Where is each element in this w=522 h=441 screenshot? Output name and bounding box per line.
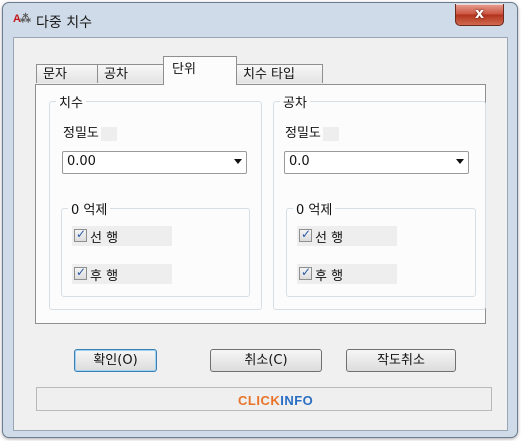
checkmark-icon: ✓ [301, 265, 312, 279]
dimension-precision-label: 정밀도 [63, 122, 117, 141]
tolerance-trailing-checkbox[interactable]: ✓ 후 행 [297, 264, 397, 284]
chevron-down-icon [456, 159, 464, 164]
checkbox-box: ✓ [299, 265, 312, 280]
window-title: 다중 치수 [36, 15, 92, 31]
ok-button[interactable]: 확인(O) [74, 349, 157, 372]
dimension-trailing-checkbox[interactable]: ✓ 후 행 [72, 264, 172, 284]
close-icon: x [474, 6, 485, 22]
tab-label: 문자 [43, 67, 67, 82]
watermark-part2: INFO [280, 393, 314, 408]
checkbox-label: 후 행 [315, 269, 344, 284]
dimension-group-title: 치수 [56, 92, 86, 111]
dialog-client-area: 문자 공차 단위 치수 타입 치수 정밀도 0.00 0 억제 ✓ 선 행 ✓ … [13, 37, 508, 431]
checkbox-label: 후 행 [90, 269, 119, 284]
tab-units[interactable]: 단위 [163, 56, 237, 85]
watermark-part1: CLICK [238, 393, 281, 408]
tab-text[interactable]: 문자 [36, 64, 98, 83]
tab-label: 치수 타입 [243, 67, 295, 82]
dialog-window: A⁂ 다중 치수 x 문자 공차 단위 치수 타입 치수 정밀도 0.00 0 … [2, 2, 518, 438]
tab-label: 단위 [172, 62, 196, 77]
dimension-group: 치수 정밀도 0.00 0 억제 ✓ 선 행 ✓ 후 행 [49, 92, 262, 310]
autocad-icon: A⁂ [13, 13, 31, 25]
ok-button-label: 확인(O) [93, 353, 138, 368]
dimension-zero-suppress-group: 0 억제 ✓ 선 행 ✓ 후 행 [61, 199, 250, 297]
dimension-leading-checkbox[interactable]: ✓ 선 행 [72, 226, 172, 246]
tab-dimension-type[interactable]: 치수 타입 [236, 64, 323, 83]
units-tab-panel: 치수 정밀도 0.00 0 억제 ✓ 선 행 ✓ 후 행 공차 정밀도 0.0 … [35, 84, 486, 324]
tolerance-leading-checkbox[interactable]: ✓ 선 행 [297, 226, 397, 246]
cancel-drawing-button[interactable]: 작도취소 [346, 349, 456, 372]
dimension-zero-suppress-title: 0 억제 [68, 199, 111, 218]
cancel-button-label: 취소(C) [244, 353, 288, 368]
checkbox-box: ✓ [74, 265, 87, 280]
checkbox-box: ✓ [74, 227, 87, 242]
checkbox-box: ✓ [299, 227, 312, 242]
title-bar[interactable]: A⁂ 다중 치수 x [3, 3, 517, 37]
tolerance-precision-select[interactable]: 0.0 [284, 151, 469, 174]
tolerance-group: 공차 정밀도 0.0 0 억제 ✓ 선 행 ✓ 후 행 [273, 92, 486, 310]
tolerance-group-title: 공차 [280, 92, 310, 111]
dimension-precision-select[interactable]: 0.00 [62, 151, 247, 174]
tolerance-precision-label: 정밀도 [285, 122, 339, 141]
cancel-button[interactable]: 취소(C) [210, 349, 322, 372]
checkbox-label: 선 행 [90, 231, 119, 246]
chevron-down-icon [234, 159, 242, 164]
checkmark-icon: ✓ [301, 227, 312, 241]
status-bar: CLICKINFO [36, 387, 492, 411]
clickinfo-watermark: CLICKINFO [238, 393, 313, 408]
checkbox-label: 선 행 [315, 231, 344, 246]
checkmark-icon: ✓ [76, 265, 87, 279]
tab-label: 공차 [104, 67, 128, 82]
tab-tolerance[interactable]: 공차 [97, 64, 164, 83]
dimension-precision-value: 0.00 [67, 154, 96, 169]
cancel-drawing-button-label: 작도취소 [377, 353, 425, 368]
tolerance-zero-suppress-title: 0 억제 [293, 199, 336, 218]
tolerance-precision-value: 0.0 [289, 154, 310, 169]
close-button[interactable]: x [455, 4, 504, 26]
checkmark-icon: ✓ [76, 227, 87, 241]
tolerance-zero-suppress-group: 0 억제 ✓ 선 행 ✓ 후 행 [286, 199, 476, 297]
